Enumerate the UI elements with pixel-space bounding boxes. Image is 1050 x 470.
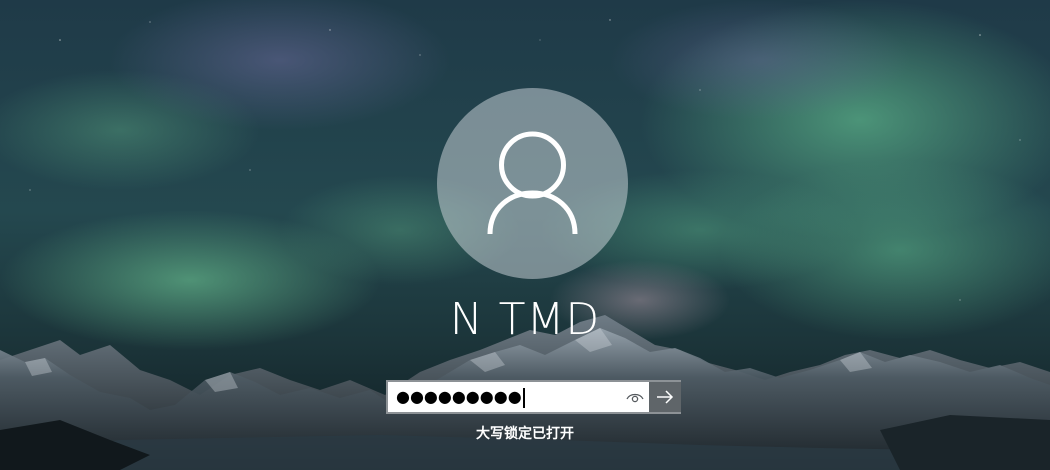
user-name: N TMD [449,294,601,345]
submit-button[interactable] [649,380,681,414]
password-masked-value: ●●●●●●●●● [396,387,522,406]
person-silhouette-icon [487,131,578,235]
caps-lock-warning: 大写锁定已打开 [476,426,574,442]
password-field[interactable]: ●●●●●●●●● [386,380,681,414]
text-caret [522,387,525,408]
reveal-password-button[interactable] [621,382,649,412]
eye-icon [626,393,644,403]
arrow-right-icon [657,390,674,404]
password-input[interactable]: ●●●●●●●●● [396,382,525,412]
user-avatar [437,88,628,279]
